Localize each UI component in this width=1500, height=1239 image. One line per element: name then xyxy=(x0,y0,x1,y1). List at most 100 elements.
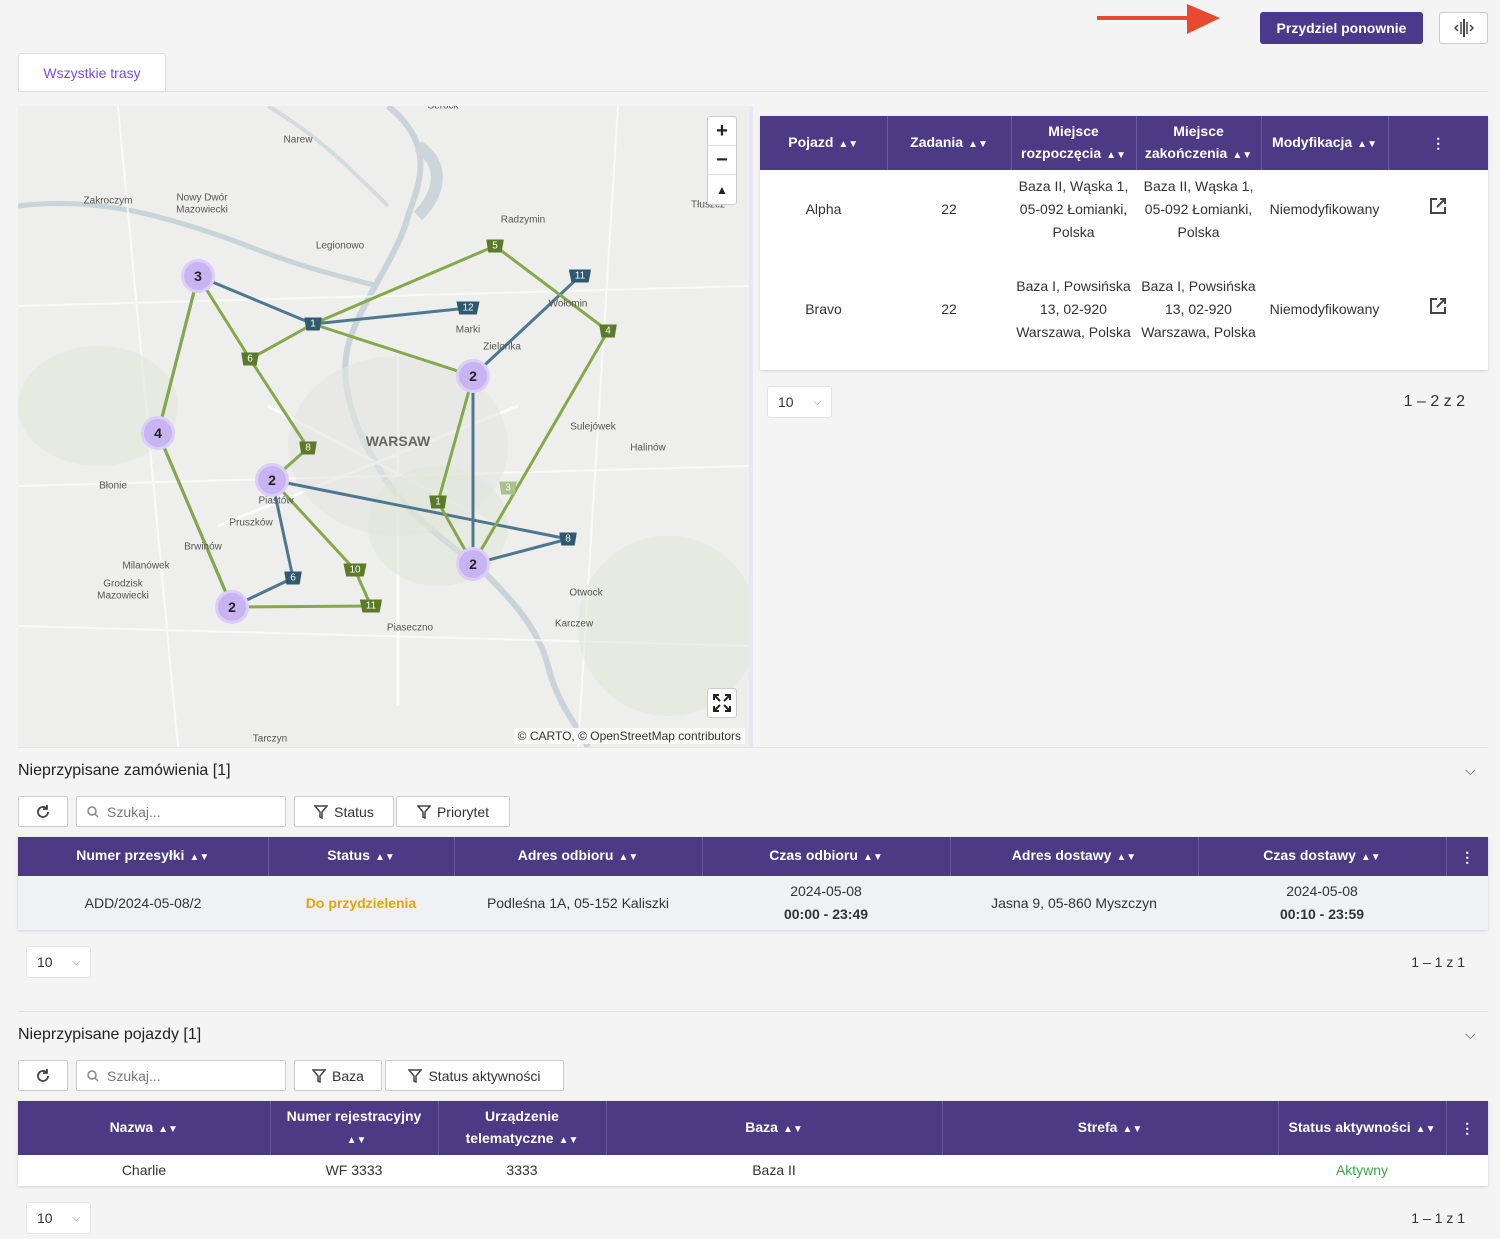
shipment-number: ADD/2024-05-08/2 xyxy=(84,894,202,911)
split-view-button[interactable] xyxy=(1439,12,1488,44)
stop-marker[interactable]: 1 xyxy=(304,317,322,331)
stop-cluster[interactable]: 4 xyxy=(141,416,175,450)
col-plate[interactable]: Numer rejestracyjny▲▼ xyxy=(270,1101,439,1155)
refresh-icon xyxy=(37,1068,49,1082)
vehicles-search-field[interactable] xyxy=(76,1060,286,1091)
stop-marker[interactable]: 11 xyxy=(568,269,592,283)
column-menu-button[interactable]: ⋮ xyxy=(1446,1101,1488,1155)
sort-icon[interactable]: ▲▼ xyxy=(375,847,395,869)
sort-icon[interactable]: ▲▼ xyxy=(559,1130,579,1152)
chevron-down-icon[interactable]: ⌵ xyxy=(1465,762,1476,779)
start-address: Baza II, Wąska 1, 05-092 Łomianki, Polsk… xyxy=(1018,177,1129,240)
stop-cluster[interactable]: 2 xyxy=(456,547,490,581)
col-pickup-time[interactable]: Czas odbioru ▲▼ xyxy=(702,837,951,876)
tab-all-routes[interactable]: Wszystkie trasy xyxy=(18,53,166,92)
stop-marker[interactable]: 11 xyxy=(359,599,383,613)
stop-marker[interactable]: 1 xyxy=(429,495,447,509)
compass-button[interactable]: ▲ xyxy=(708,175,736,204)
kebab-icon: ⋮ xyxy=(1431,135,1446,151)
stop-marker[interactable]: 4 xyxy=(599,324,617,338)
stop-marker[interactable]: 5 xyxy=(486,239,504,253)
col-name[interactable]: Nazwa ▲▼ xyxy=(18,1101,271,1155)
sort-icon[interactable]: ▲▼ xyxy=(838,134,858,156)
stop-marker[interactable]: 6 xyxy=(241,352,259,366)
zoom-in-button[interactable]: + xyxy=(708,117,736,146)
vehicles-search-input[interactable] xyxy=(107,1067,257,1084)
stop-marker[interactable]: 6 xyxy=(284,571,302,585)
map-place-label: Mazowiecki xyxy=(176,204,228,216)
stop-marker[interactable]: 10 xyxy=(343,563,367,577)
refresh-orders-button[interactable] xyxy=(18,796,68,827)
col-zone[interactable]: Strefa ▲▼ xyxy=(942,1101,1279,1155)
vehicles-table: Nazwa ▲▼ Numer rejestracyjny▲▼ Urządzenie… xyxy=(18,1101,1488,1186)
vehicle-name: Alpha xyxy=(805,200,842,217)
sort-icon[interactable]: ▲▼ xyxy=(347,1130,367,1152)
stop-marker[interactable]: 12 xyxy=(456,301,480,315)
table-row[interactable]: ADD/2024-05-08/2 Do przydzielenia Podleś… xyxy=(18,876,1488,930)
filter-priority-button[interactable]: Priorytet xyxy=(396,796,510,827)
stop-cluster[interactable]: 3 xyxy=(181,259,215,293)
map-place-label: Serock xyxy=(427,106,459,112)
col-tasks[interactable]: Zadania ▲▼ xyxy=(887,116,1012,170)
col-activity-status[interactable]: Status aktywności ▲▼ xyxy=(1278,1101,1447,1155)
sort-icon[interactable]: ▲▼ xyxy=(1361,847,1381,869)
stop-cluster[interactable]: 2 xyxy=(456,359,490,393)
stop-marker[interactable]: 8 xyxy=(299,441,317,455)
zoom-out-button[interactable]: − xyxy=(708,146,736,175)
base-name: Baza II xyxy=(752,1162,796,1178)
stop-cluster[interactable]: 2 xyxy=(215,590,249,624)
sort-icon[interactable]: ▲▼ xyxy=(968,134,988,156)
stop-cluster[interactable]: 2 xyxy=(255,463,289,497)
col-modification[interactable]: Modyfikacja ▲▼ xyxy=(1261,116,1389,170)
annotation-arrow xyxy=(1097,4,1220,34)
table-row[interactable]: Charlie WF 3333 3333 Baza II Aktywny xyxy=(18,1155,1488,1186)
table-row[interactable]: Bravo 22 Baza I, Powsińska 13, 02-920 Wa… xyxy=(760,248,1488,370)
map-place-label: Mazowiecki xyxy=(97,590,149,602)
filter-icon xyxy=(314,804,329,819)
col-end[interactable]: Miejsce zakończenia ▲▼ xyxy=(1136,116,1262,170)
orders-search-input[interactable] xyxy=(107,803,257,820)
col-delivery-address[interactable]: Adres dostawy ▲▼ xyxy=(950,837,1199,876)
start-address: Baza I, Powsińska 13, 02-920 Warszawa, P… xyxy=(1016,277,1131,340)
filter-status-button[interactable]: Status xyxy=(294,796,394,827)
filter-activity-button[interactable]: Status aktywności xyxy=(385,1060,564,1091)
open-external-icon[interactable] xyxy=(1429,297,1447,315)
col-vehicle[interactable]: Pojazd ▲▼ xyxy=(760,116,888,170)
chevron-down-icon[interactable]: ⌵ xyxy=(1465,1026,1476,1043)
col-shipment-number[interactable]: Numer przesyłki ▲▼ xyxy=(18,837,269,876)
stop-marker[interactable]: 8 xyxy=(559,532,577,546)
stop-marker[interactable]: 3 xyxy=(499,481,517,495)
col-pickup-address[interactable]: Adres odbioru ▲▼ xyxy=(454,837,703,876)
refresh-vehicles-button[interactable] xyxy=(18,1060,68,1091)
sort-icon[interactable]: ▲▼ xyxy=(1122,1119,1142,1141)
map-place-label: Zakroczym xyxy=(83,195,133,207)
sort-icon[interactable]: ▲▼ xyxy=(783,1119,803,1141)
column-menu-button[interactable]: ⋮ xyxy=(1446,837,1488,876)
column-menu-button[interactable]: ⋮ xyxy=(1388,116,1488,170)
reassign-button[interactable]: Przydziel ponownie xyxy=(1260,12,1423,44)
col-start[interactable]: Miejsce rozpoczęcia ▲▼ xyxy=(1011,116,1137,170)
open-external-icon[interactable] xyxy=(1429,197,1447,215)
sort-icon[interactable]: ▲▼ xyxy=(1116,847,1136,869)
table-row[interactable]: Alpha 22 Baza II, Wąska 1, 05-092 Łomian… xyxy=(760,170,1488,248)
fullscreen-button[interactable] xyxy=(707,688,737,718)
sort-icon[interactable]: ▲▼ xyxy=(863,847,883,869)
sort-icon[interactable]: ▲▼ xyxy=(618,847,638,869)
col-delivery-time[interactable]: Czas dostawy ▲▼ xyxy=(1198,837,1447,876)
sort-icon[interactable]: ▲▼ xyxy=(158,1119,178,1141)
sort-icon[interactable]: ▲▼ xyxy=(1106,145,1126,167)
sort-icon[interactable]: ▲▼ xyxy=(1232,145,1252,167)
sort-icon[interactable]: ▲▼ xyxy=(1416,1119,1436,1141)
map-place-label: Milanówek xyxy=(122,560,170,572)
orders-search-field[interactable] xyxy=(76,796,286,827)
sort-icon[interactable]: ▲▼ xyxy=(189,847,209,869)
route-map[interactable]: Serock Narew Zakroczym Nowy Dwór Mazowiecki R… xyxy=(18,106,753,747)
orders-page-size-select[interactable]: 10 ⌵ xyxy=(26,946,91,978)
col-base[interactable]: Baza ▲▼ xyxy=(606,1101,943,1155)
filter-base-button[interactable]: Baza xyxy=(294,1060,382,1091)
col-device[interactable]: Urządzenie telematyczne ▲▼ xyxy=(438,1101,607,1155)
sort-icon[interactable]: ▲▼ xyxy=(1357,134,1377,156)
col-status[interactable]: Status ▲▼ xyxy=(268,837,455,876)
routes-page-size-select[interactable]: 10 ⌵ xyxy=(767,386,832,418)
vehicles-page-size-select[interactable]: 10 ⌵ xyxy=(26,1202,91,1234)
